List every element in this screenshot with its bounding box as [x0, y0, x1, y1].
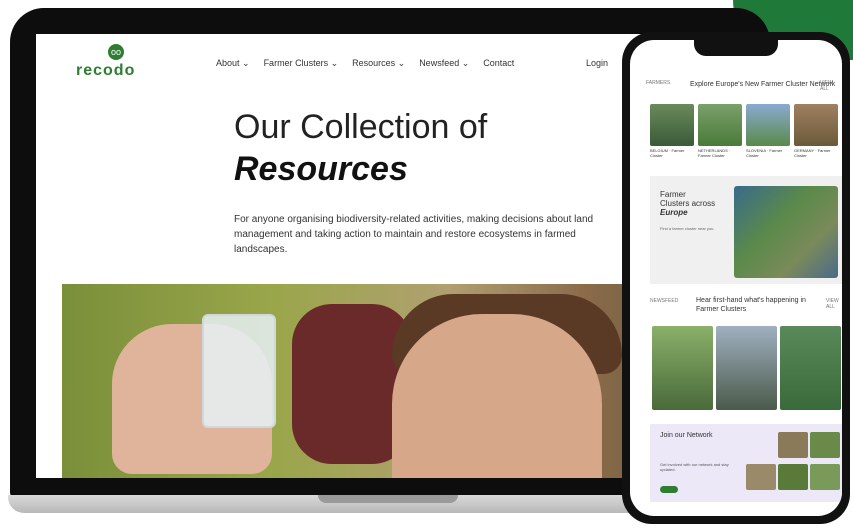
page-lead: For anyone organising biodiversity-relat… [234, 214, 594, 255]
cluster-cards: BELGIUM · Farmer Cluster NETHERLANDS · F… [650, 104, 838, 158]
join-image [778, 432, 808, 458]
section-title: Hear first-hand what's happening in Farm… [696, 297, 806, 313]
page-title-line1: Our Collection of [234, 108, 488, 146]
map-title: Farmer Clusters across Europe [660, 190, 715, 217]
map-title-line2: Clusters across [660, 199, 716, 208]
map-title-line3: Europe [660, 208, 688, 217]
hero-jar [202, 314, 276, 428]
cluster-card[interactable]: SLOVENIA · Farmer Cluster [746, 104, 790, 158]
section-title: Explore Europe's New Farmer Cluster Netw… [690, 81, 836, 88]
join-title: Join our Network [660, 432, 713, 439]
laptop-notch [318, 495, 458, 503]
view-all-link[interactable]: VIEW ALL [826, 298, 842, 310]
cluster-card[interactable]: BELGIUM · Farmer Cluster [650, 104, 694, 158]
map-text: Find a farmer cluster near you. [660, 226, 715, 231]
nav-item-contact[interactable]: Contact [483, 58, 514, 69]
nav-item-resources[interactable]: Resources ⌄ [352, 58, 405, 69]
join-images [746, 432, 840, 498]
view-all-link[interactable]: VIEW ALL [820, 80, 842, 92]
section-tag: NEWSFEED [650, 298, 679, 304]
cluster-caption: GERMANY · Farmer Cluster [794, 148, 831, 158]
phone-mockup: FARMERS Explore Europe's New Farmer Clus… [622, 32, 850, 524]
cluster-image [746, 104, 790, 146]
join-image [778, 464, 808, 490]
phone-notch [694, 40, 778, 56]
page-title-line2: Resources [234, 150, 408, 188]
hero-face [392, 314, 602, 478]
join-image [810, 432, 840, 458]
news-card[interactable] [716, 326, 777, 410]
section-tag: FARMERS [646, 80, 671, 86]
cluster-card[interactable]: GERMANY · Farmer Cluster [794, 104, 838, 158]
recodo-logo[interactable]: oo recodo [76, 44, 156, 84]
cluster-caption: SLOVENIA · Farmer Cluster [746, 148, 783, 158]
phone-screen: FARMERS Explore Europe's New Farmer Clus… [630, 40, 842, 516]
join-image [810, 464, 840, 490]
main-nav: About ⌄ Farmer Clusters ⌄ Resources ⌄ Ne… [216, 58, 514, 69]
news-cards [652, 326, 841, 410]
cluster-image [650, 104, 694, 146]
cluster-image [698, 104, 742, 146]
cluster-caption: NETHERLANDS · Farmer Cluster [698, 148, 731, 158]
join-text: Get involved with our network and stay u… [660, 462, 729, 472]
europe-map[interactable] [734, 186, 838, 278]
cluster-caption: BELGIUM · Farmer Cluster [650, 148, 685, 158]
map-title-line1: Farmer [660, 190, 686, 199]
news-card[interactable] [780, 326, 841, 410]
cluster-image [794, 104, 838, 146]
nav-item-farmer-clusters[interactable]: Farmer Clusters ⌄ [264, 58, 339, 69]
join-button[interactable] [660, 486, 678, 493]
login-link[interactable]: Login [586, 58, 608, 68]
cluster-card[interactable]: NETHERLANDS · Farmer Cluster [698, 104, 742, 158]
logo-text: recodo [76, 62, 136, 79]
news-card[interactable] [652, 326, 713, 410]
nav-item-about[interactable]: About ⌄ [216, 58, 250, 69]
join-image [746, 464, 776, 490]
nav-item-newsfeed[interactable]: Newsfeed ⌄ [419, 58, 469, 69]
logo-mark-icon: oo [108, 44, 124, 60]
